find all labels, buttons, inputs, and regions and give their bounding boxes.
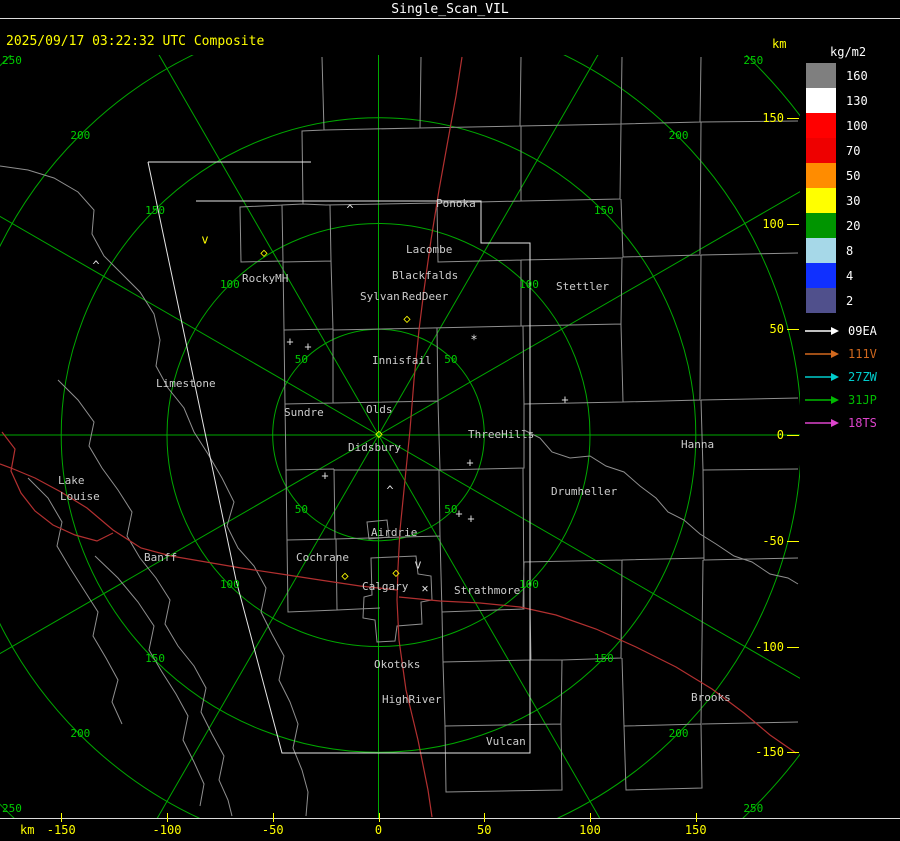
site-id-label: 31JP (848, 392, 877, 407)
scale-color-swatch (806, 263, 836, 288)
scale-color-swatch (806, 213, 836, 238)
scale-value-label: 50 (846, 168, 861, 183)
scale-color-swatch (806, 88, 836, 113)
site-arrow-icon (805, 326, 839, 335)
scale-color-swatch (806, 113, 836, 138)
scale-unit-label: kg/m2 (830, 45, 867, 59)
scale-entry-20: 20 (806, 213, 868, 238)
scale-entry-2: 2 (806, 288, 868, 313)
radar-display[interactable] (0, 55, 800, 818)
scale-entry-8: 8 (806, 238, 868, 263)
scale-entry-50: 50 (806, 163, 868, 188)
radar-site-entry-31JP: 31JP (804, 388, 877, 411)
radar-site-entry-27ZW: 27ZW (804, 365, 877, 388)
site-arrow-icon (805, 372, 839, 381)
scale-entry-30: 30 (806, 188, 868, 213)
scale-entry-4: 4 (806, 263, 868, 288)
radar-site-entry-09EA: 09EA (804, 319, 877, 342)
site-id-label: 27ZW (848, 369, 877, 384)
site-id-label: 111V (848, 346, 877, 361)
scale-entry-100: 100 (806, 113, 868, 138)
scale-value-label: 30 (846, 193, 861, 208)
scale-value-label: 160 (846, 68, 868, 83)
color-scale: 160 130 100 70 50 30 20 8 4 2 (806, 63, 868, 313)
scale-color-swatch (806, 288, 836, 313)
scale-color-swatch (806, 138, 836, 163)
scale-value-label: 4 (846, 268, 854, 283)
scale-value-label: 20 (846, 218, 861, 233)
radar-site-legend: 09EA 111V 27ZW 31JP 18TS (804, 319, 877, 434)
scale-entry-130: 130 (806, 88, 868, 113)
scale-color-swatch (806, 163, 836, 188)
scale-value-label: 8 (846, 243, 854, 258)
radar-site-entry-18TS: 18TS (804, 411, 877, 434)
legend-panel: kg/m2 160 130 100 70 50 30 20 8 4 2 09EA 111V 27ZW 3… (800, 19, 900, 818)
site-arrow-icon (805, 349, 839, 358)
scale-color-swatch (806, 63, 836, 88)
scale-entry-160: 160 (806, 63, 868, 88)
scale-entry-70: 70 (806, 138, 868, 163)
radar-site-entry-111V: 111V (804, 342, 877, 365)
scale-color-swatch (806, 238, 836, 263)
site-id-label: 09EA (848, 323, 877, 338)
site-arrow-icon (805, 395, 839, 404)
radar-app-window: Single_Scan_VIL 2025/09/17 03:22:32 UTC … (0, 0, 900, 841)
scale-value-label: 2 (846, 293, 854, 308)
scale-value-label: 70 (846, 143, 861, 158)
scale-color-swatch (806, 188, 836, 213)
scale-value-label: 100 (846, 118, 868, 133)
scale-value-label: 130 (846, 93, 868, 108)
site-arrow-icon (805, 418, 839, 427)
site-id-label: 18TS (848, 415, 877, 430)
